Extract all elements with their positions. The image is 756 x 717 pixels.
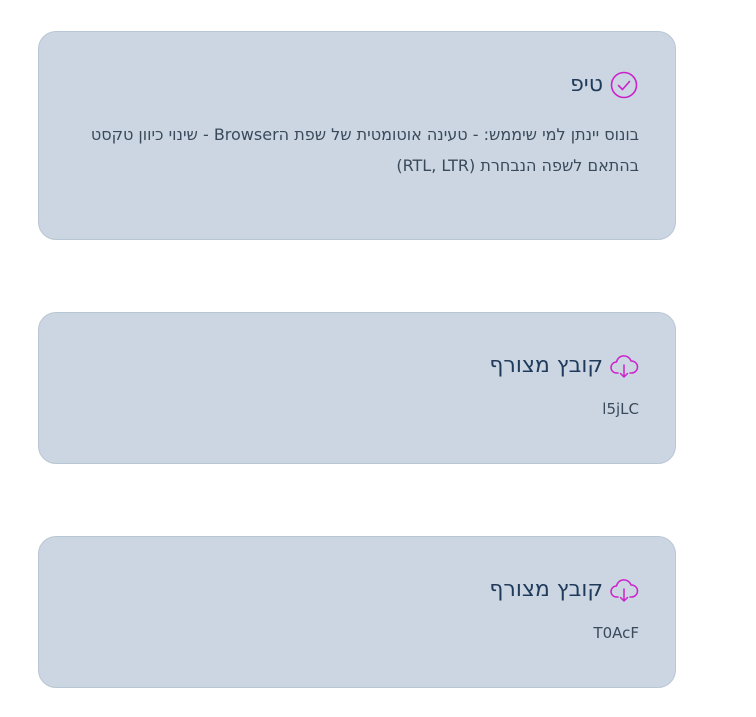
- attachment-file-link[interactable]: T0AcF: [593, 624, 639, 642]
- attachment-card: קובץ מצורף T0AcF: [38, 536, 676, 688]
- attachment-header: קובץ מצורף: [489, 351, 639, 381]
- tip-text: בונוס יינתן למי שיממש: - טעינה אוטומטית …: [90, 125, 639, 175]
- cloud-download-icon: [610, 355, 639, 378]
- tip-header: טיפ: [570, 70, 639, 100]
- attachment-title: קובץ מצורף: [489, 353, 603, 378]
- attachment-card: קובץ מצורף l5jLC: [38, 312, 676, 464]
- attachment-file-link[interactable]: l5jLC: [602, 400, 639, 418]
- check-circle-icon: [610, 71, 638, 99]
- cloud-download-icon: [610, 579, 639, 602]
- attachment-header: קובץ מצורף: [489, 575, 639, 605]
- tip-title: טיפ: [570, 72, 603, 97]
- attachment-title: קובץ מצורף: [489, 577, 603, 602]
- tip-card: טיפ בונוס יינתן למי שיממש: - טעינה אוטומ…: [38, 31, 676, 240]
